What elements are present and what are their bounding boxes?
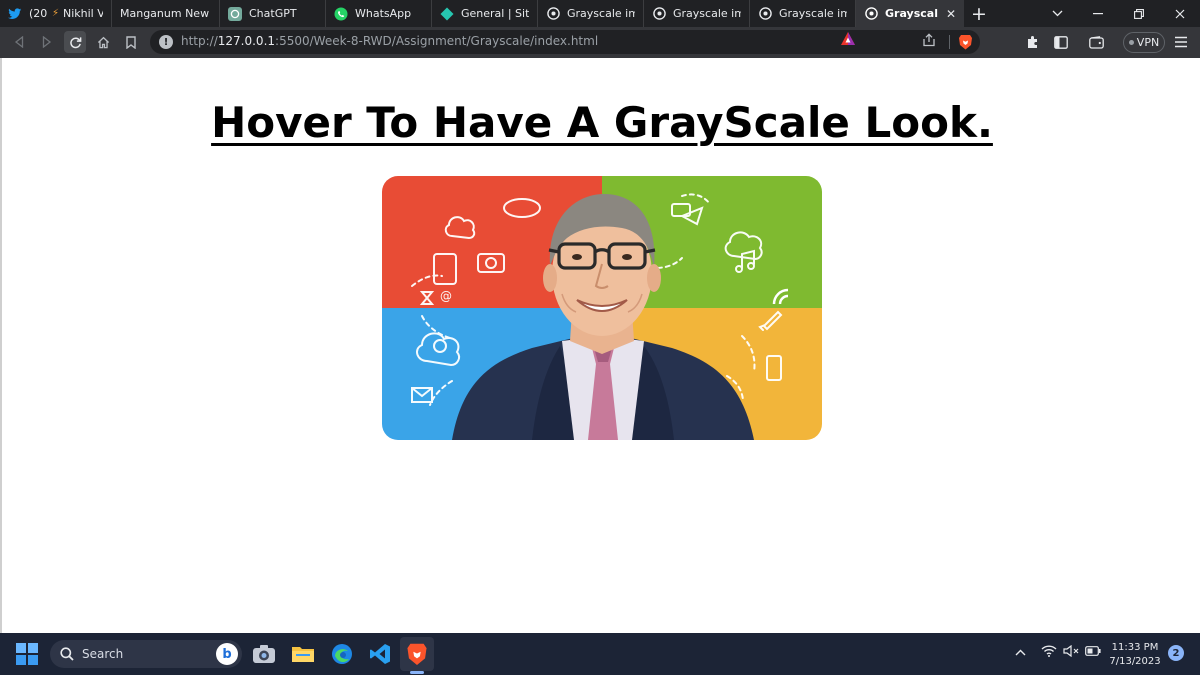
- file-explorer-icon[interactable]: [290, 641, 316, 667]
- whatsapp-icon: [334, 7, 348, 21]
- globe-icon: [546, 7, 560, 21]
- url-host: 127.0.0.1: [217, 34, 276, 48]
- bookmark-button[interactable]: [120, 31, 142, 53]
- tab-title-extra: Nikhil Ve: [62, 7, 103, 20]
- share-icon[interactable]: [922, 33, 936, 51]
- camera-app-icon[interactable]: [251, 641, 277, 667]
- globe-icon: [864, 7, 878, 21]
- globe-icon: [652, 7, 666, 21]
- battery-icon[interactable]: [1085, 645, 1101, 659]
- tab-title: (20): [29, 7, 48, 20]
- tab-manganum[interactable]: Manganum New Tab: [112, 0, 220, 27]
- brave-shield-icon[interactable]: [958, 34, 973, 50]
- minimize-button[interactable]: [1078, 0, 1118, 27]
- tab-grayscale-2[interactable]: Grayscale image: [644, 0, 750, 27]
- menu-icon[interactable]: [1170, 31, 1192, 53]
- tab-search-chevron-icon[interactable]: [1037, 0, 1077, 27]
- twitter-icon: [8, 7, 22, 21]
- tray-chevron-up-icon[interactable]: [1015, 645, 1026, 659]
- tab-chatgpt[interactable]: ChatGPT: [220, 0, 326, 27]
- extensions-icon[interactable]: [1022, 31, 1044, 53]
- restore-button[interactable]: [1119, 0, 1159, 27]
- tab-title: Manganum New Tab: [120, 7, 211, 20]
- tab-general-site[interactable]: General | Site co: [432, 0, 538, 27]
- bing-icon[interactable]: b: [216, 643, 238, 665]
- vpn-button[interactable]: VPN: [1123, 32, 1165, 53]
- page-heading: Hover To Have A GrayScale Look.: [211, 98, 993, 147]
- brave-rewards-icon[interactable]: [840, 31, 856, 47]
- new-tab-button[interactable]: +: [964, 0, 994, 27]
- web-page: Hover To Have A GrayScale Look. @: [0, 58, 1200, 633]
- close-tab-icon[interactable]: ✕: [946, 7, 956, 21]
- tab-twitter[interactable]: (20) ⚡ Nikhil Ve: [0, 0, 112, 27]
- sidebar-icon[interactable]: [1050, 31, 1072, 53]
- tab-grayscale-3[interactable]: Grayscale image: [750, 0, 856, 27]
- edge-browser-icon[interactable]: [329, 641, 355, 667]
- url-prefix: http://: [181, 34, 218, 48]
- globe-icon: [758, 7, 772, 21]
- tab-title: Grayscale image: [673, 7, 741, 20]
- tab-title: Grayscale image: [779, 7, 847, 20]
- forward-button[interactable]: [36, 31, 58, 53]
- home-button[interactable]: [92, 31, 114, 53]
- reload-button[interactable]: [64, 31, 86, 53]
- vpn-status-dot: [1128, 40, 1134, 45]
- windows-taskbar: Search b 11:33 PM 7/13/2023 2: [0, 633, 1200, 675]
- tab-title: Grayscale in: [885, 7, 938, 20]
- vpn-label: VPN: [1136, 36, 1160, 49]
- tab-strip: (20) ⚡ Nikhil Ve Manganum New Tab ChatGP…: [0, 0, 1200, 27]
- close-window-button[interactable]: [1160, 0, 1200, 27]
- bill-gates-image[interactable]: @: [382, 176, 822, 440]
- search-icon: [60, 647, 74, 661]
- tab-grayscale-active[interactable]: Grayscale in ✕: [856, 0, 964, 27]
- chatgpt-icon: [228, 6, 242, 21]
- url-path: :5500/Week-8-RWD/Assignment/Grayscale/in…: [275, 34, 599, 48]
- search-label: Search: [82, 647, 124, 661]
- tab-whatsapp[interactable]: WhatsApp: [326, 0, 432, 27]
- url-text[interactable]: http://127.0.0.1:5500/Week-8-RWD/Assignm…: [181, 34, 598, 48]
- active-app-indicator: [410, 671, 424, 674]
- portrait-artwork: @: [382, 176, 822, 440]
- system-clock[interactable]: 11:33 PM 7/13/2023: [1105, 641, 1165, 669]
- notification-badge[interactable]: 2: [1168, 645, 1184, 661]
- back-button[interactable]: [8, 31, 30, 53]
- clock-date: 7/13/2023: [1109, 656, 1161, 667]
- start-windows-icon[interactable]: [16, 643, 38, 665]
- vscode-icon[interactable]: [367, 641, 393, 667]
- tab-title: General | Site co: [461, 7, 529, 20]
- browser-toolbar: ! http://127.0.0.1:5500/Week-8-RWD/Assig…: [0, 27, 1200, 58]
- site-info-icon[interactable]: !: [159, 35, 173, 49]
- brave-browser-icon[interactable]: [404, 641, 430, 667]
- clock-time: 11:33 PM: [1111, 642, 1159, 653]
- tab-grayscale-1[interactable]: Grayscale image: [538, 0, 644, 27]
- volume-muted-icon[interactable]: [1063, 644, 1079, 660]
- address-divider: [949, 35, 950, 49]
- tab-title: ChatGPT: [249, 7, 297, 20]
- wifi-icon[interactable]: [1041, 645, 1057, 660]
- tab-title: Grayscale image: [567, 7, 635, 20]
- wallet-icon[interactable]: [1085, 31, 1107, 53]
- taskbar-search[interactable]: Search b: [50, 640, 242, 668]
- site-diamond-icon: [440, 7, 454, 21]
- lightning-icon: ⚡: [51, 8, 59, 19]
- tab-title: WhatsApp: [355, 7, 412, 20]
- svg-text:@: @: [440, 289, 452, 303]
